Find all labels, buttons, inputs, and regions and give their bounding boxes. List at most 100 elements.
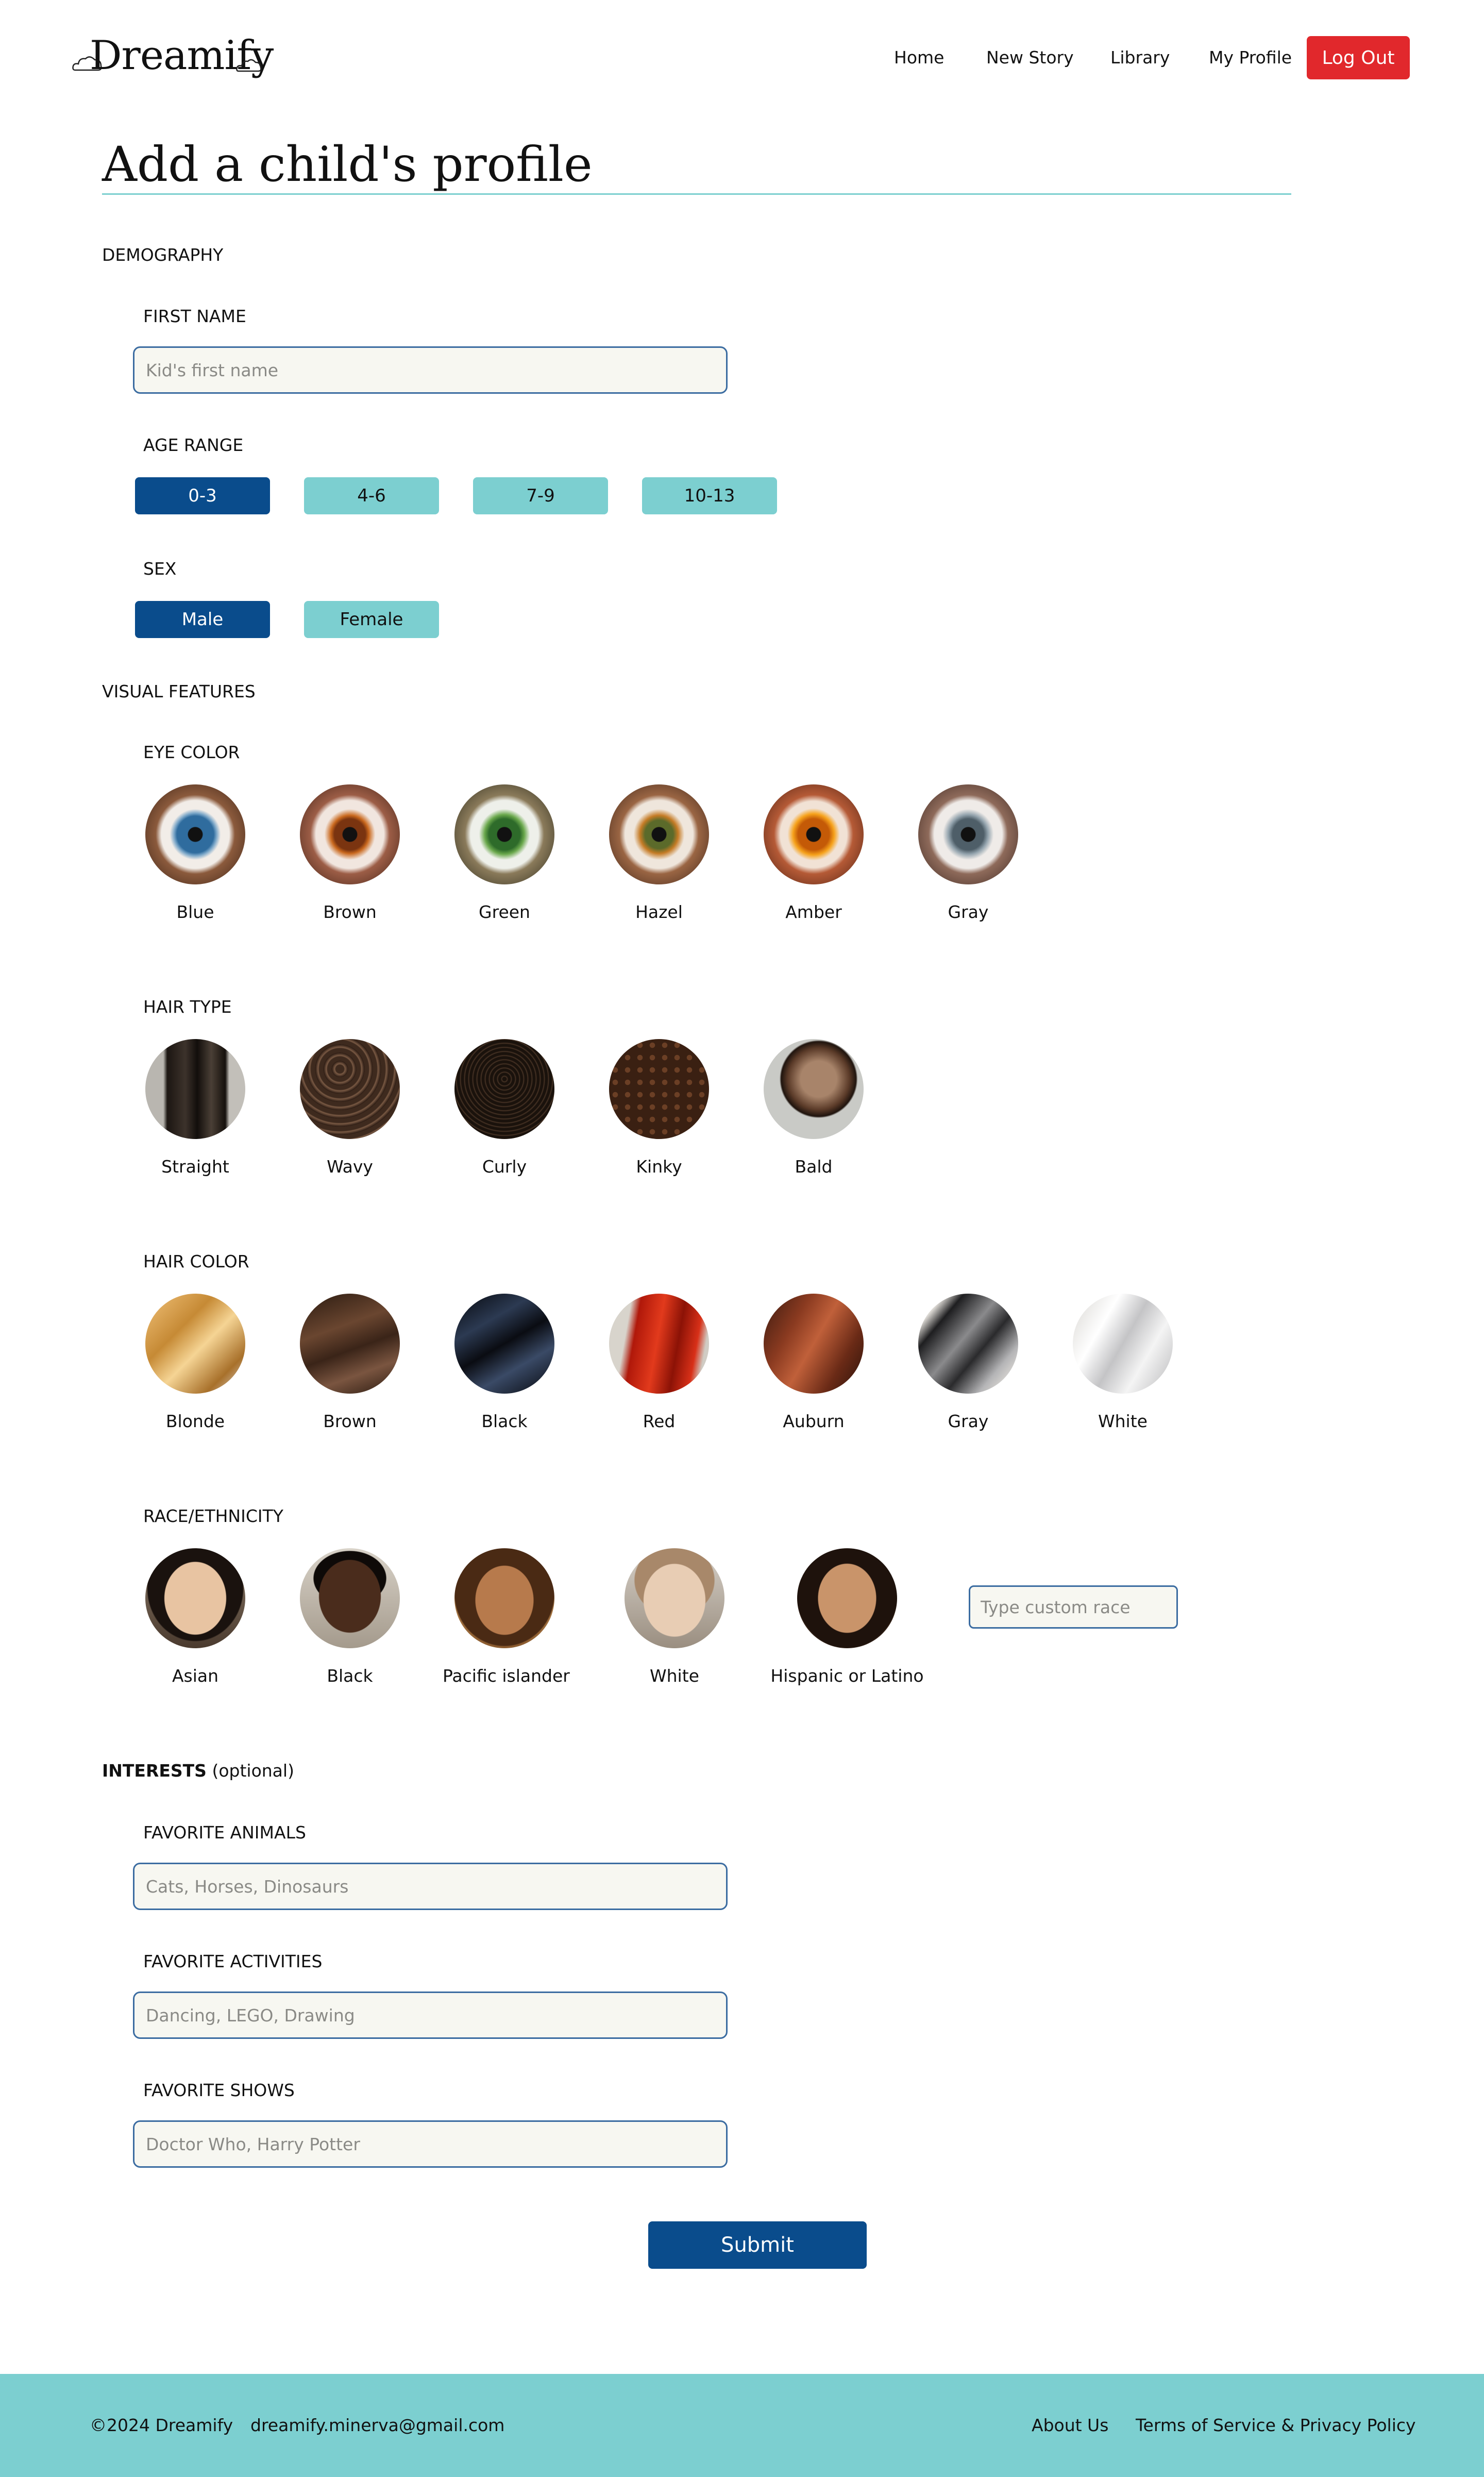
logout-button[interactable]: Log Out [1307,36,1410,79]
eye-green-image [454,784,554,884]
race-label: RACE/ETHNICITY [143,1506,283,1526]
hair-color-option-blonde[interactable]: Blonde [133,1294,257,1432]
option-label: Black [327,1666,373,1686]
eye-option-green[interactable]: Green [443,784,566,923]
option-label: Green [479,902,530,922]
race-option-hispanic-latino[interactable]: Hispanic or Latino [767,1548,927,1686]
option-label: Black [481,1411,528,1431]
eye-hazel-image [609,784,709,884]
first-name-input[interactable] [133,346,728,394]
section-visual-features: VISUAL FEATURES [102,681,256,701]
interests-optional-note: (optional) [212,1761,294,1781]
option-label: Brown [323,902,377,922]
eye-option-brown[interactable]: Brown [288,784,412,923]
sex-option-male[interactable]: Male [135,601,270,638]
page-title: Add a child's profile [102,137,593,193]
option-label: White [1098,1411,1148,1431]
custom-race-input[interactable] [969,1585,1178,1629]
nav-library[interactable]: Library [1110,47,1170,68]
race-asian-image [145,1548,245,1648]
race-hispanic-latino-image [797,1548,897,1648]
submit-button[interactable]: Submit [648,2221,867,2269]
age-option-10-13[interactable]: 10-13 [642,477,777,514]
footer-email[interactable]: dreamify.minerva@gmail.com [250,2415,504,2436]
footer-terms-link[interactable]: Terms of Service & Privacy Policy [1136,2415,1416,2436]
eye-brown-image [300,784,400,884]
option-label: Gray [948,1411,989,1431]
age-option-7-9[interactable]: 7-9 [473,477,608,514]
title-divider [102,193,1291,195]
eye-color-label: EYE COLOR [143,742,240,762]
eye-amber-image [764,784,864,884]
hair-color-label: HAIR COLOR [143,1251,249,1271]
hair-color-option-red[interactable]: Red [597,1294,721,1432]
option-label: Auburn [783,1411,845,1431]
hair-color-option-white[interactable]: White [1061,1294,1185,1432]
age-range-label: AGE RANGE [143,435,244,455]
hair-color-option-black[interactable]: Black [443,1294,566,1432]
option-label: Hispanic or Latino [770,1666,924,1686]
nav-new-story[interactable]: New Story [986,47,1074,68]
eye-option-hazel[interactable]: Hazel [597,784,721,923]
hair-type-label: HAIR TYPE [143,997,232,1017]
hair-brown-image [300,1294,400,1394]
race-option-asian[interactable]: Asian [133,1548,257,1686]
hair-type-option-straight[interactable]: Straight [133,1039,257,1177]
cloud-icon [236,59,262,72]
eye-gray-image [918,784,1018,884]
hair-bald-image [764,1039,864,1139]
hair-curly-image [454,1039,554,1139]
option-label: Blonde [165,1411,225,1431]
option-label: Pacific islander [443,1666,570,1686]
favorite-shows-label: FAVORITE SHOWS [143,2080,295,2100]
interests-heading: INTERESTS [102,1761,207,1781]
favorite-activities-input[interactable] [133,1991,728,2039]
hair-type-option-kinky[interactable]: Kinky [597,1039,721,1177]
sex-option-female[interactable]: Female [304,601,439,638]
hair-white-image [1073,1294,1173,1394]
footer-about-link[interactable]: About Us [1032,2415,1108,2436]
race-option-pacific-islander[interactable]: Pacific islander [443,1548,570,1686]
footer-copyright: ©2024 Dreamify [90,2415,233,2435]
hair-type-option-wavy[interactable]: Wavy [288,1039,412,1177]
sex-label: SEX [143,559,177,579]
favorite-activities-label: FAVORITE ACTIVITIES [143,1951,323,1971]
logo-text: Dreamify [90,32,274,79]
option-label: White [650,1666,699,1686]
hair-color-option-auburn[interactable]: Auburn [752,1294,875,1432]
favorite-animals-label: FAVORITE ANIMALS [143,1822,306,1843]
eye-option-amber[interactable]: Amber [752,784,875,923]
eye-option-blue[interactable]: Blue [133,784,257,923]
age-option-4-6[interactable]: 4-6 [304,477,439,514]
option-label: Straight [161,1157,229,1177]
race-white-image [625,1548,724,1648]
option-label: Hazel [635,902,683,922]
hair-straight-image [145,1039,245,1139]
hair-type-option-curly[interactable]: Curly [443,1039,566,1177]
logo[interactable]: Dreamify [72,30,274,81]
option-label: Kinky [636,1157,682,1177]
option-label: Asian [172,1666,219,1686]
nav-my-profile[interactable]: My Profile [1209,47,1292,68]
hair-kinky-image [609,1039,709,1139]
option-label: Amber [785,902,842,922]
nav-home[interactable]: Home [894,47,944,68]
race-option-white[interactable]: White [613,1548,736,1686]
eye-option-gray[interactable]: Gray [906,784,1030,923]
race-option-black[interactable]: Black [288,1548,412,1686]
age-option-0-3[interactable]: 0-3 [135,477,270,514]
favorite-shows-input[interactable] [133,2120,728,2168]
footer: ©2024 Dreamify dreamify.minerva@gmail.co… [0,2374,1484,2477]
section-interests: INTERESTS (optional) [102,1761,294,1781]
hair-color-option-brown[interactable]: Brown [288,1294,412,1432]
option-label: Brown [323,1411,377,1431]
option-label: Red [643,1411,676,1431]
hair-gray-image [918,1294,1018,1394]
hair-auburn-image [764,1294,864,1394]
favorite-animals-input[interactable] [133,1863,728,1910]
hair-black-image [454,1294,554,1394]
hair-color-option-gray[interactable]: Gray [906,1294,1030,1432]
option-label: Blue [176,902,214,922]
hair-type-option-bald[interactable]: Bald [752,1039,875,1177]
option-label: Bald [795,1157,833,1177]
